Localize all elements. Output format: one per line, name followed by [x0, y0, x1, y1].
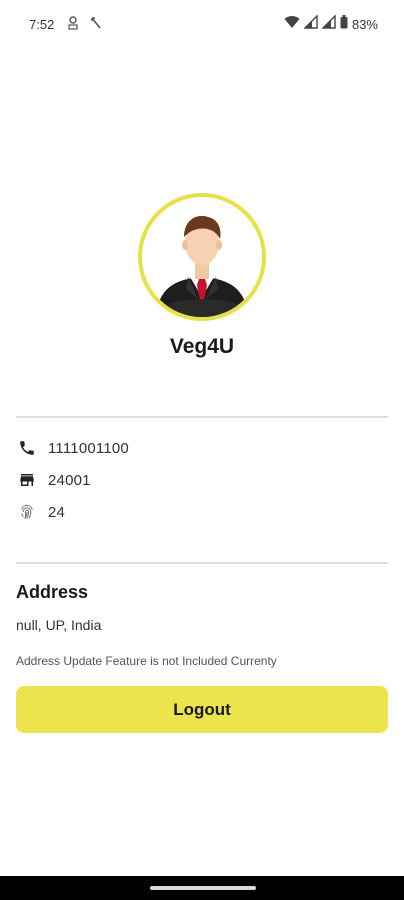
profile-screen: 7:52 83% Veg4U 1111001100 24001 24 Addre… [0, 0, 404, 900]
user-id: 24 [48, 503, 66, 521]
store-row: 24001 [16, 468, 91, 492]
divider [16, 416, 388, 418]
notification-icon [66, 15, 80, 36]
phone-icon [16, 437, 38, 459]
address-note: Address Update Feature is not Included C… [16, 654, 277, 668]
address-heading: Address [16, 582, 89, 602]
status-right-icons: 83% [284, 14, 378, 34]
navigation-bar [0, 876, 404, 900]
signal-icon [303, 14, 318, 34]
businessman-avatar-icon [156, 215, 248, 317]
profile-name: Veg4U [169, 335, 235, 358]
fingerprint-icon [16, 501, 38, 523]
phone-number: 1111001100 [48, 439, 129, 457]
status-bar: 7:52 83% [0, 0, 404, 50]
status-left-icons [66, 15, 102, 36]
missed-call-icon [90, 16, 102, 35]
avatar [138, 193, 266, 321]
logout-button[interactable]: Logout [16, 686, 388, 733]
home-gesture-handle[interactable] [150, 886, 256, 890]
signal-icon [321, 14, 336, 34]
battery-percentage: 83% [351, 17, 378, 32]
battery-icon [340, 15, 348, 34]
wifi-icon [284, 15, 300, 34]
id-row: 24 [16, 500, 65, 524]
divider [16, 562, 388, 564]
status-time: 7:52 [29, 17, 55, 32]
store-code: 24001 [48, 471, 91, 489]
address-value: null, UP, India [16, 617, 102, 633]
store-icon [16, 469, 38, 491]
phone-row: 1111001100 [16, 436, 129, 460]
